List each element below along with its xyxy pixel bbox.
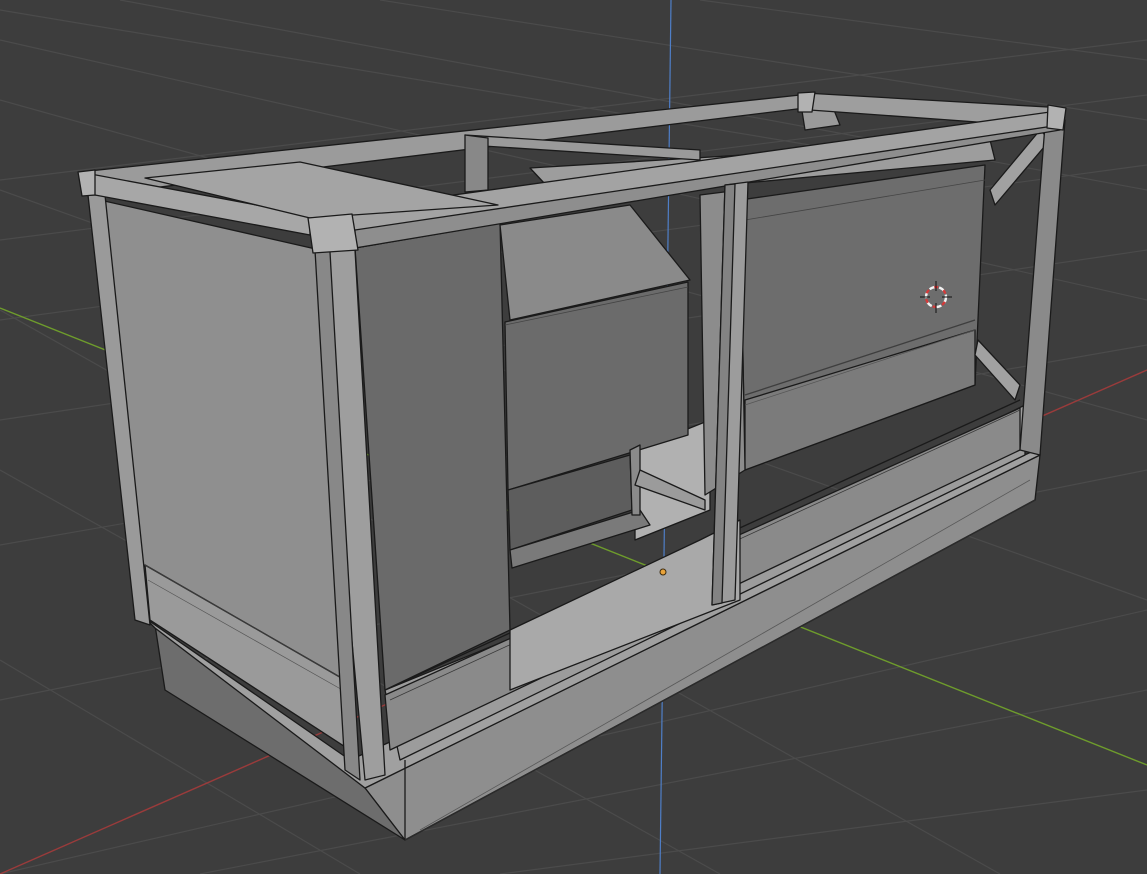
3d-viewport[interactable] [0, 0, 1147, 874]
front-end-panel [354, 221, 511, 691]
right-front-post [1019, 119, 1066, 456]
right-brace-lower [974, 339, 1021, 401]
viewport-canvas[interactable] [0, 0, 1147, 874]
corner-cap-back-left [77, 169, 96, 197]
object-origin-icon[interactable] [659, 568, 667, 576]
corner-cap-front-left [307, 213, 359, 254]
corner-cap-back-right [797, 91, 816, 113]
enclosure-model[interactable] [77, 91, 1067, 841]
mid-cross-rail [464, 134, 701, 161]
corner-cap-front-right [1046, 104, 1067, 131]
back-left-post [464, 134, 489, 193]
